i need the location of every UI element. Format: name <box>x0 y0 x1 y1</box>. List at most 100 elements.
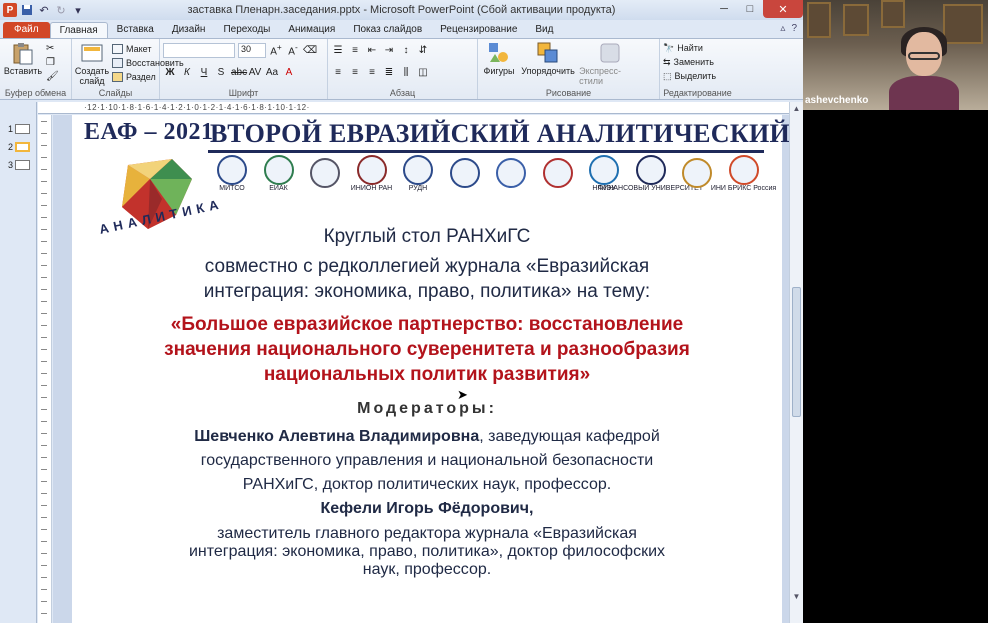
bullets-icon[interactable]: ☰ <box>331 45 345 56</box>
ruler-tick <box>41 565 47 566</box>
font-name-input[interactable] <box>163 42 235 58</box>
customize-qat-icon[interactable]: ▾ <box>71 3 85 17</box>
select-button[interactable]: ⬚ Выделить <box>663 69 732 83</box>
window-title: заставка Пленарн.заседания.pptx - Micros… <box>187 4 616 16</box>
group-label-drawing: Рисование <box>545 88 592 98</box>
numbering-icon[interactable]: ≡ <box>348 45 362 56</box>
partner-logo-emblem-icon <box>356 154 387 185</box>
tab-view[interactable]: Вид <box>526 22 562 38</box>
slide-line-1: Круглый стол РАНХиГС <box>323 226 531 247</box>
ruler-tick <box>41 133 47 134</box>
spacing-icon[interactable]: AV <box>248 67 262 78</box>
group-label-paragraph: Абзац <box>389 88 416 98</box>
tab-review[interactable]: Рецензирование <box>431 22 526 38</box>
slide-thumbnail-3[interactable]: 3 <box>4 158 34 171</box>
redo-icon[interactable]: ↻ <box>54 3 68 17</box>
partner-logo: ИНИ БРИКС Россия <box>711 153 776 193</box>
scroll-down-icon[interactable]: ▼ <box>791 592 802 603</box>
slide-thumbnail-2[interactable]: 2 <box>4 140 34 153</box>
scroll-thumb[interactable] <box>792 287 801 417</box>
group-slides: Создать слайд Макет Восстановить Раздел … <box>72 39 184 99</box>
font-size-input[interactable]: 30 <box>238 42 266 58</box>
decrease-indent-icon[interactable]: ⇤ <box>365 45 379 56</box>
tab-slideshow[interactable]: Показ слайдов <box>344 22 431 38</box>
strikethrough-icon[interactable]: abc <box>231 67 247 78</box>
ruler-tick <box>41 289 47 290</box>
ruler-tick <box>41 517 47 518</box>
slide[interactable]: ЕАФ – 2021 ВТОРОЙ ЕВРАЗИЙСКИЙ АНАЛИТИЧЕС… <box>72 115 803 623</box>
partner-logo: МИТСО <box>210 153 254 193</box>
tab-animation[interactable]: Анимация <box>279 22 344 38</box>
columns-icon[interactable]: ⫼ <box>399 67 413 78</box>
justify-icon[interactable]: ≣ <box>382 67 396 78</box>
tab-design[interactable]: Дизайн <box>163 22 215 38</box>
group-font: 30 A+ A- ⌫ Ж К Ч S abc AV Aa A Шрифт <box>160 39 328 99</box>
quick-styles-button[interactable]: Экспресс-стили <box>579 41 641 86</box>
new-slide-button[interactable]: Создать слайд <box>75 41 109 86</box>
underline-icon[interactable]: Ч <box>197 67 211 78</box>
partner-logo-emblem-icon <box>310 158 340 188</box>
partner-logo: ФИНАНСОВЫЙ УНИВЕРСИТЕТ <box>598 153 703 193</box>
group-label-font: Шрифт <box>228 88 259 98</box>
help-icon[interactable]: ? <box>791 23 797 34</box>
ruler-tick <box>41 349 47 350</box>
new-slide-icon <box>79 41 105 65</box>
clear-formatting-icon[interactable]: ⌫ <box>303 45 317 56</box>
align-right-icon[interactable]: ≡ <box>365 67 379 78</box>
shrink-font-icon[interactable]: A- <box>286 42 300 57</box>
replace-button[interactable]: ⇆ Заменить <box>663 55 732 69</box>
participant-name: ashevchenko <box>805 95 869 106</box>
powerpoint-logo-icon[interactable]: P <box>3 3 17 17</box>
ruler-tick <box>41 481 47 482</box>
case-icon[interactable]: Aa <box>265 67 279 78</box>
shadow-icon[interactable]: S <box>214 67 228 78</box>
tab-insert[interactable]: Вставка <box>108 22 163 38</box>
line-spacing-icon[interactable]: ↕ <box>399 45 413 56</box>
ruler-tick <box>41 385 47 386</box>
close-button[interactable]: ✕ <box>763 0 803 18</box>
paste-button[interactable]: Вставить <box>3 41 43 76</box>
arrange-button[interactable]: Упорядочить <box>520 41 576 76</box>
vertical-scrollbar[interactable]: ▲ ▼ <box>789 102 803 623</box>
ruler-tick <box>41 457 47 458</box>
tab-transitions[interactable]: Переходы <box>214 22 279 38</box>
increase-indent-icon[interactable]: ⇥ <box>382 45 396 56</box>
vertical-ruler <box>38 115 52 623</box>
arrange-icon <box>535 41 561 65</box>
font-color-icon[interactable]: A <box>282 67 296 78</box>
format-painter-icon[interactable]: 🖌 <box>46 71 59 82</box>
maximize-button[interactable]: □ <box>737 0 763 18</box>
bold-icon[interactable]: Ж <box>163 67 177 78</box>
copy-icon[interactable]: ❐ <box>46 57 59 68</box>
ruler-tick <box>41 313 47 314</box>
ruler-tick <box>41 445 47 446</box>
align-center-icon[interactable]: ≡ <box>348 67 362 78</box>
slide-topic-line-2: значения национального суверенитета и ра… <box>164 339 690 360</box>
tab-home[interactable]: Главная <box>49 22 108 38</box>
shapes-button[interactable]: Фигуры <box>481 41 517 76</box>
minimize-ribbon-icon[interactable]: ▵ <box>780 23 785 34</box>
minimize-button[interactable]: ─ <box>711 0 737 18</box>
ruler-tick <box>41 157 47 158</box>
smartart-icon[interactable]: ◫ <box>416 67 430 78</box>
paste-icon <box>10 41 36 65</box>
cut-icon[interactable]: ✂ <box>46 43 59 54</box>
scroll-up-icon[interactable]: ▲ <box>791 104 802 115</box>
italic-icon[interactable]: К <box>180 67 194 78</box>
tab-file[interactable]: Файл <box>3 22 50 38</box>
ruler-tick <box>41 241 47 242</box>
ruler-tick <box>41 277 47 278</box>
find-button[interactable]: 🔭 Найти <box>663 41 732 55</box>
partner-logo-caption: ИНИОН РАН <box>350 184 393 192</box>
undo-icon[interactable]: ↶ <box>37 3 51 17</box>
section-icon <box>112 72 123 82</box>
partner-logo-caption: ЕИАК <box>269 184 288 192</box>
save-icon[interactable] <box>20 3 34 17</box>
group-paragraph: ☰ ≡ ⇤ ⇥ ↕ ⇵ ≡ ≡ ≡ ≣ ⫼ ◫ Абзац <box>328 39 478 99</box>
grow-font-icon[interactable]: A+ <box>269 42 283 57</box>
text-direction-icon[interactable]: ⇵ <box>416 45 430 56</box>
slide-thumbnail-1[interactable]: 1 <box>4 122 34 135</box>
align-left-icon[interactable]: ≡ <box>331 67 345 78</box>
group-label-clipboard: Буфер обмена <box>4 88 67 98</box>
ruler-tick <box>41 529 47 530</box>
